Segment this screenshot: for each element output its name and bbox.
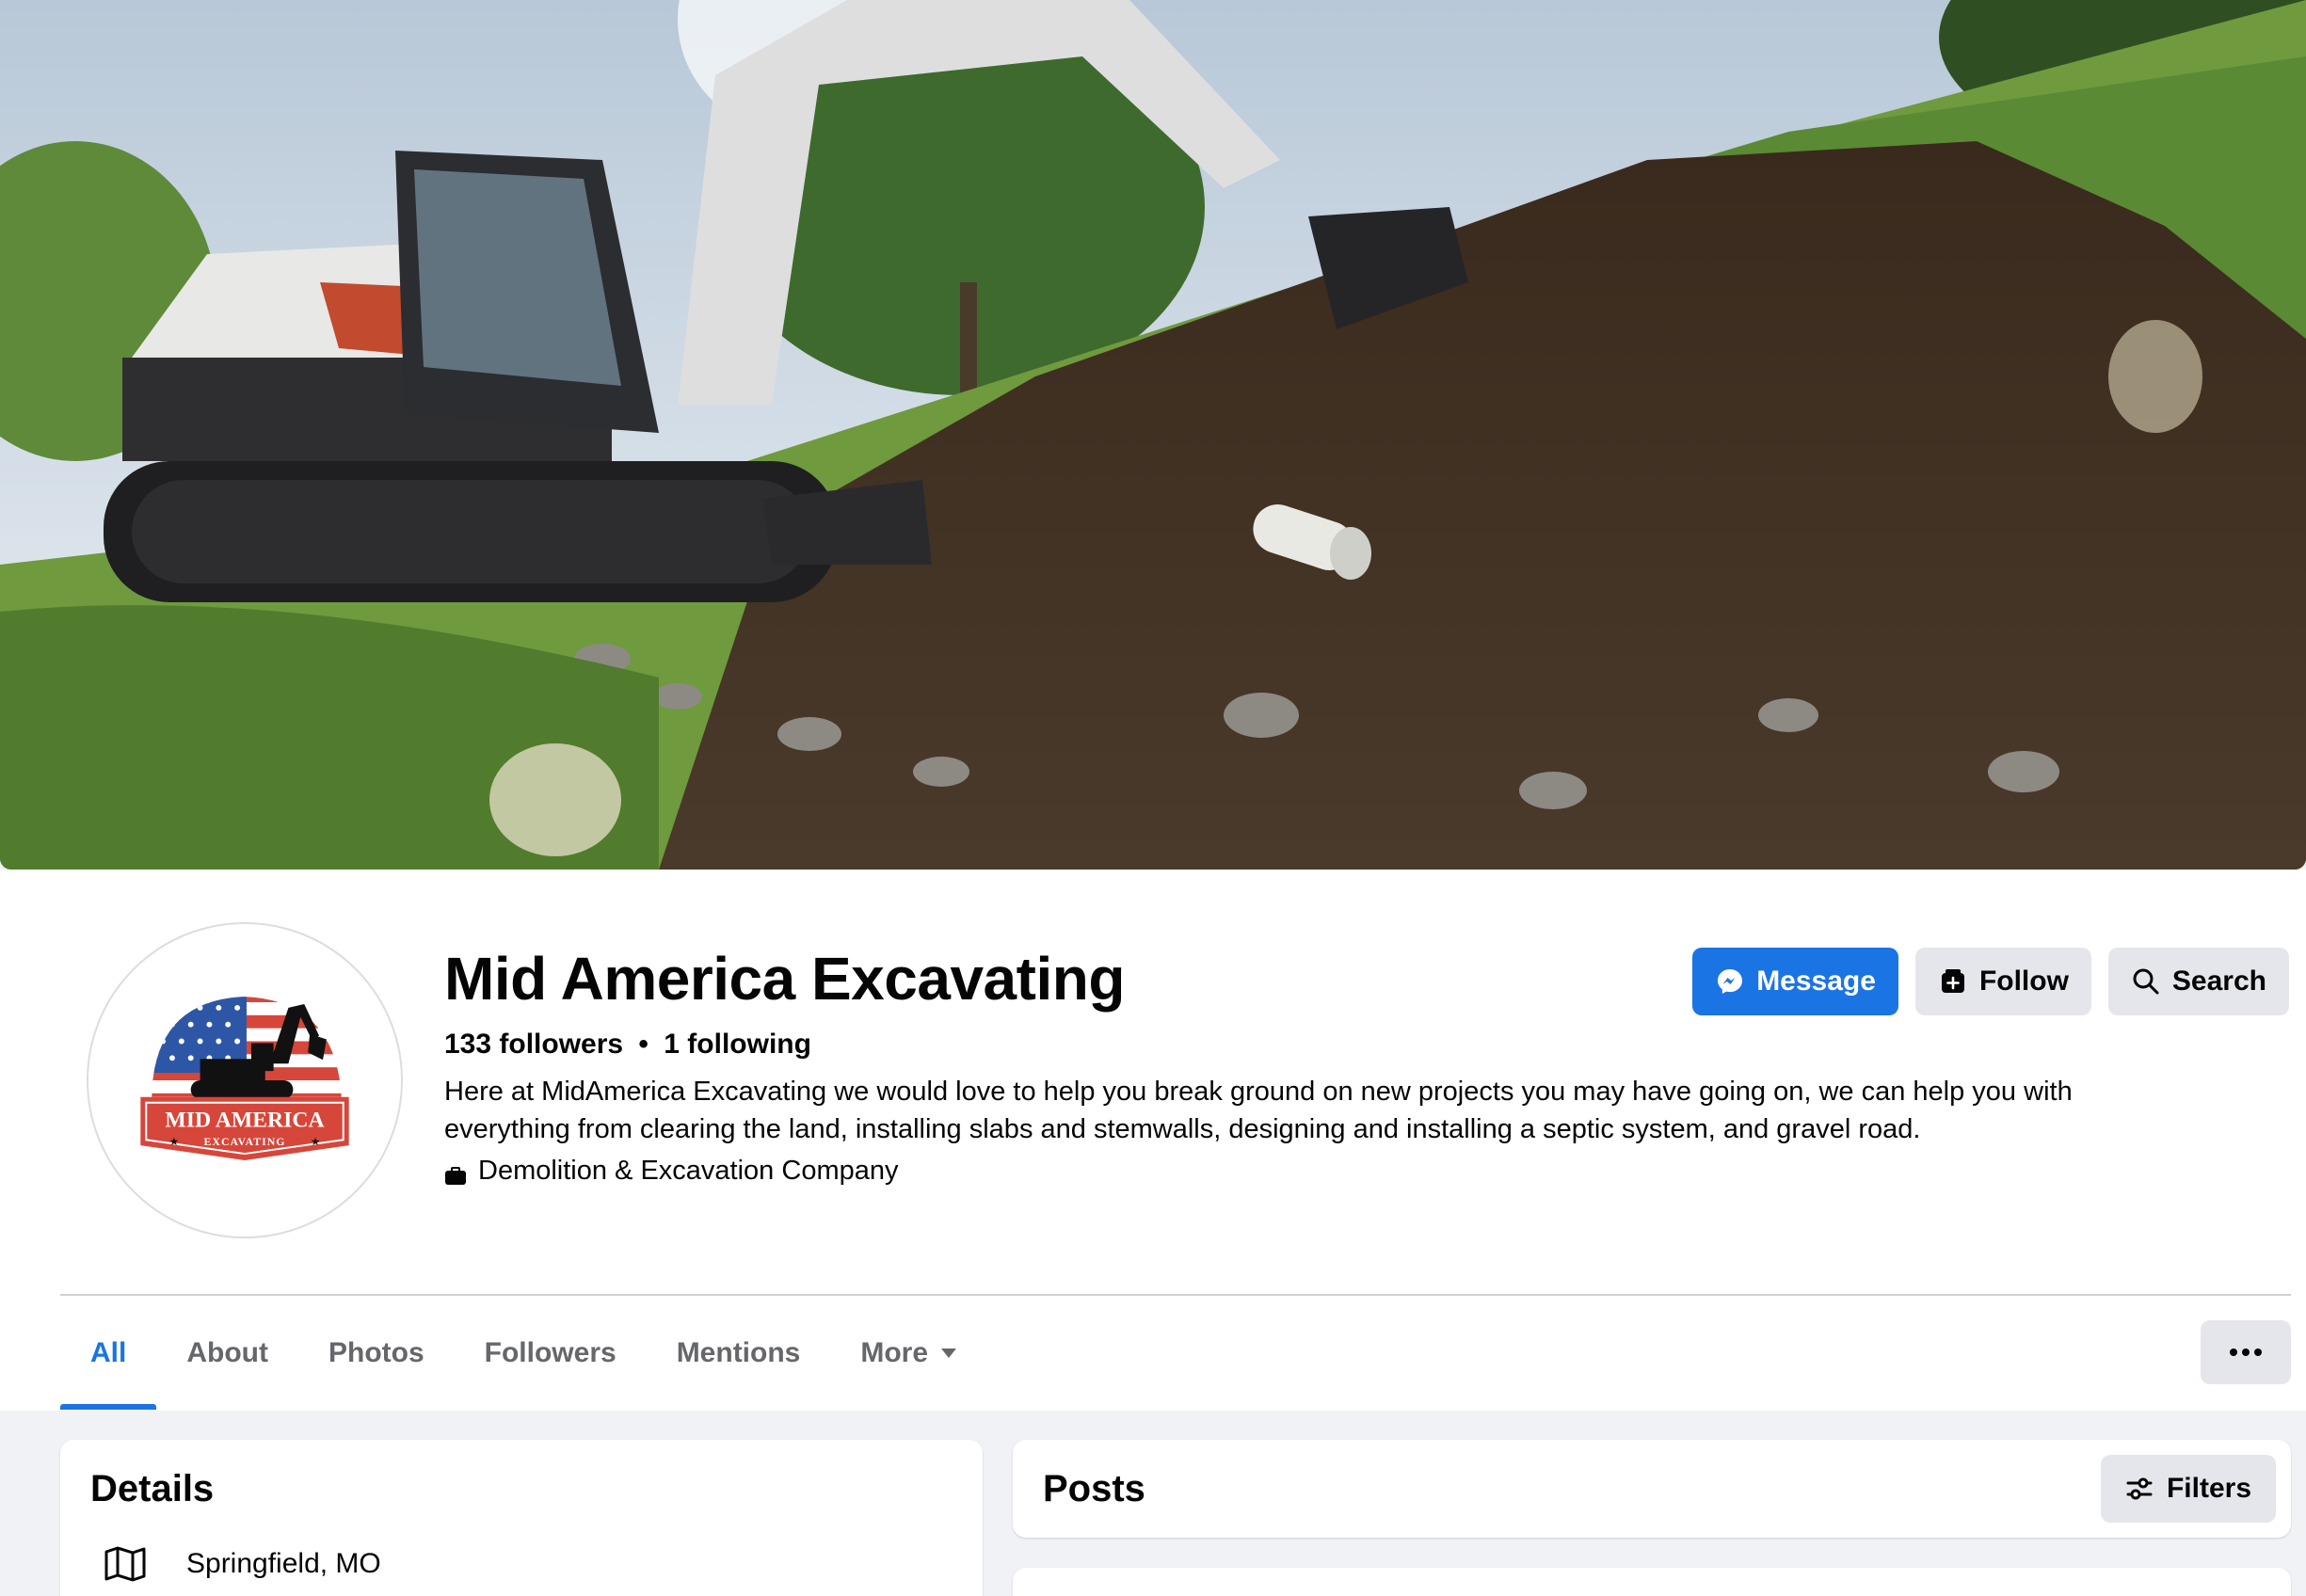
page-avatar[interactable]: MID AMERICA EXCAVATING ★ ★ [87, 922, 403, 1238]
ellipsis-dot [2230, 1349, 2237, 1356]
page-category: Demolition & Excavation Company [444, 1156, 898, 1187]
stats-separator: • [638, 1029, 649, 1060]
company-logo: MID AMERICA EXCAVATING ★ ★ [140, 997, 349, 1160]
svg-text:★: ★ [311, 1135, 321, 1148]
tab-more[interactable]: More [830, 1297, 986, 1410]
page-bio: Here at MidAmerica Excavating we would l… [444, 1077, 2073, 1144]
tab-followers[interactable]: Followers [455, 1297, 647, 1410]
follow-button[interactable]: Follow [1914, 948, 2091, 1015]
tab-all[interactable]: All [60, 1297, 157, 1410]
tab-mentions[interactable]: Mentions [647, 1297, 831, 1410]
search-icon [2133, 968, 2159, 995]
follow-button-label: Follow [1978, 966, 2069, 997]
posts-header-card: Posts Filters [1013, 1440, 2291, 1538]
tab-label: Followers [484, 1337, 617, 1368]
logo-line1: MID AMERICA [165, 1108, 324, 1132]
filters-button[interactable]: Filters [2100, 1455, 2276, 1523]
ellipsis-dot [2254, 1349, 2262, 1356]
tab-label: Mentions [676, 1337, 801, 1368]
tab-label: About [186, 1337, 268, 1368]
svg-text:★: ★ [169, 1135, 180, 1148]
tab-photos[interactable]: Photos [298, 1297, 455, 1410]
tab-label: More [860, 1337, 929, 1368]
header-divider [60, 1294, 2291, 1296]
post-card [1013, 1568, 2291, 1596]
more-options-button[interactable] [2201, 1320, 2291, 1384]
following-count-link[interactable]: 1 following [664, 1029, 811, 1060]
cover-photo-image [0, 0, 2306, 870]
posts-title: Posts [1043, 1468, 1145, 1509]
cover-photo[interactable] [0, 0, 2306, 870]
tab-label: All [90, 1337, 127, 1368]
follow-stats: 133 followers • 1 following [444, 1029, 811, 1061]
location-text: Springfield, MO [186, 1548, 381, 1579]
details-card: Details Springfield, MO [60, 1440, 983, 1596]
search-button[interactable]: Search [2107, 948, 2289, 1015]
follow-icon [1941, 969, 1964, 993]
profile-tabs: All About Photos Followers Mentions More [60, 1297, 986, 1410]
message-button[interactable]: Message [1692, 948, 1898, 1015]
message-button-label: Message [1756, 966, 1876, 997]
search-button-label: Search [2171, 966, 2266, 997]
sliders-icon [2126, 1477, 2153, 1500]
tab-label: Photos [328, 1337, 424, 1368]
briefcase-icon [444, 1162, 467, 1185]
caret-down-icon [941, 1349, 957, 1358]
ellipsis-dot [2242, 1349, 2250, 1356]
location-row: Springfield, MO [104, 1545, 381, 1583]
profile-actions: Message Follow Search [1692, 948, 2289, 1015]
page-title: Mid America Excavating [444, 945, 1125, 1013]
followers-count-link[interactable]: 133 followers [444, 1029, 623, 1060]
logo-line2: EXCAVATING [204, 1135, 286, 1148]
messenger-icon [1718, 969, 1743, 994]
filters-label: Filters [2166, 1473, 2251, 1504]
map-icon [104, 1546, 146, 1582]
details-title: Details [90, 1468, 215, 1509]
tab-about[interactable]: About [156, 1297, 298, 1410]
category-label: Demolition & Excavation Company [478, 1156, 899, 1186]
